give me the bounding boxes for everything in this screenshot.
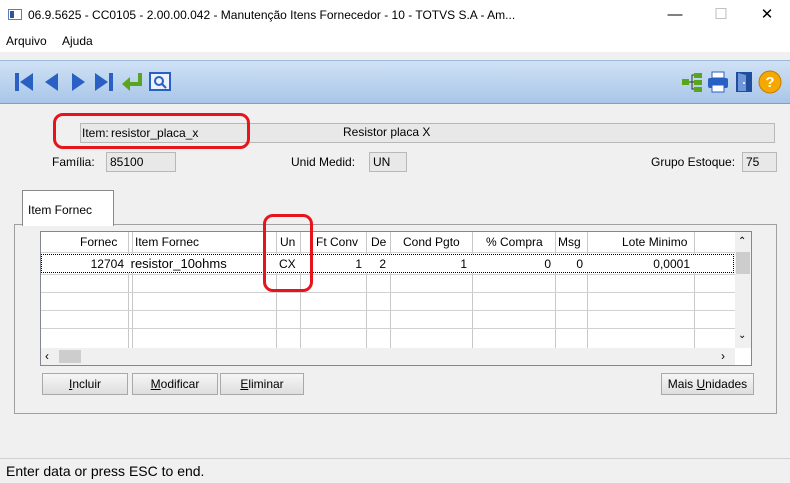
- cell-cond-pgto: 1: [460, 257, 467, 271]
- menu-bar: [0, 30, 790, 52]
- next-record-icon: [72, 73, 85, 91]
- col-header-fornec[interactable]: Fornec: [80, 232, 117, 252]
- exit-button[interactable]: [732, 70, 756, 94]
- col-header-cond-pgto[interactable]: Cond Pgto: [403, 232, 460, 252]
- grid-col-line: [128, 232, 129, 348]
- print-button[interactable]: [706, 70, 730, 94]
- last-record-icon: [95, 73, 113, 91]
- scroll-up-icon[interactable]: ⌃: [738, 236, 746, 247]
- modificar-button[interactable]: Modificar: [132, 373, 218, 395]
- grid-row-line: [41, 310, 736, 311]
- status-text: Enter data or press ESC to end.: [6, 463, 205, 479]
- grid-row-line: [41, 328, 736, 329]
- grid-col-line: [132, 232, 133, 348]
- tree-button[interactable]: [680, 70, 704, 94]
- scroll-left-icon[interactable]: ‹: [45, 349, 49, 363]
- close-icon: ✕: [760, 6, 774, 23]
- help-button[interactable]: ?: [758, 70, 782, 94]
- col-header-item-fornec[interactable]: Item Fornec: [135, 232, 199, 252]
- first-record-button[interactable]: [12, 70, 36, 94]
- unid-medid-label: Unid Medid:: [291, 155, 356, 169]
- grupo-estoque-label: Grupo Estoque:: [651, 155, 736, 169]
- help-icon: ?: [758, 70, 782, 94]
- grid-row-line: [41, 274, 736, 275]
- app-icon: [8, 9, 22, 20]
- familia-label: Família:: [52, 155, 95, 169]
- svg-text:?: ?: [765, 74, 774, 91]
- grid-col-line: [472, 232, 473, 348]
- unid-medid-field[interactable]: UN: [369, 152, 407, 172]
- incluir-button[interactable]: Incluir: [42, 373, 128, 395]
- grid-col-line: [587, 232, 588, 348]
- grupo-estoque-field[interactable]: 75: [742, 152, 777, 172]
- maximize-icon: ☐: [714, 6, 728, 23]
- col-header-lote-minimo[interactable]: Lote Minimo: [622, 232, 687, 252]
- close-button[interactable]: ✕: [744, 0, 790, 30]
- exit-door-icon: [736, 72, 752, 92]
- cell-fornec: 12704: [90, 257, 124, 271]
- cell-lote-minimo: 0,0001: [653, 257, 690, 271]
- grid-row-line: [41, 292, 736, 293]
- minimize-icon: —: [667, 6, 683, 23]
- un-column-highlight-annotation: [263, 214, 313, 292]
- col-header-ft-conv[interactable]: Ft Conv: [316, 232, 358, 252]
- cell-msg: 0: [576, 257, 583, 271]
- cell-item-fornec: resistor_10ohms: [130, 256, 227, 271]
- first-record-icon: [15, 73, 33, 91]
- minimize-button[interactable]: —: [652, 0, 698, 30]
- previous-record-icon: [45, 73, 58, 91]
- vertical-scrollbar[interactable]: ⌃ ⌄: [735, 232, 751, 348]
- horizontal-scroll-thumb[interactable]: [59, 350, 81, 363]
- col-header-msg[interactable]: Msg: [558, 232, 581, 252]
- search-button[interactable]: [148, 70, 172, 94]
- familia-field[interactable]: 85100: [106, 152, 176, 172]
- col-header-pct-compra[interactable]: % Compra: [486, 232, 543, 252]
- col-header-de[interactable]: De: [371, 232, 386, 252]
- scroll-right-icon[interactable]: ›: [721, 349, 725, 363]
- horizontal-scrollbar[interactable]: ‹ ›: [41, 348, 735, 365]
- goto-icon: [122, 73, 142, 91]
- previous-record-button[interactable]: [40, 70, 64, 94]
- window-title: 06.9.5625 - CC0105 - 2.00.00.042 - Manut…: [28, 8, 516, 22]
- search-icon: [149, 72, 171, 91]
- grid-col-line: [555, 232, 556, 348]
- toolbar: [0, 60, 790, 104]
- grid-col-line: [694, 232, 695, 348]
- maximize-button[interactable]: ☐: [698, 0, 744, 30]
- cell-de: 2: [379, 257, 386, 271]
- grid-col-line: [390, 232, 391, 348]
- tree-icon: [682, 73, 702, 92]
- scroll-down-icon[interactable]: ⌄: [738, 330, 746, 341]
- item-description: Resistor placa X: [343, 125, 431, 139]
- vertical-scroll-thumb[interactable]: [736, 252, 750, 274]
- grid-col-line: [366, 232, 367, 348]
- next-record-button[interactable]: [66, 70, 90, 94]
- item-highlight-annotation: [53, 113, 250, 149]
- goto-button[interactable]: [120, 70, 144, 94]
- mais-unidades-button[interactable]: Mais Unidades: [661, 373, 754, 395]
- eliminar-button[interactable]: Eliminar: [220, 373, 304, 395]
- grid-row-line: [41, 252, 736, 253]
- cell-pct-compra: 0: [544, 257, 551, 271]
- print-icon: [708, 71, 728, 93]
- tab-item-fornec-label: Item Fornec: [28, 203, 93, 217]
- menu-ajuda[interactable]: Ajuda: [62, 34, 93, 48]
- last-record-button[interactable]: [92, 70, 116, 94]
- menu-arquivo[interactable]: Arquivo: [6, 34, 47, 48]
